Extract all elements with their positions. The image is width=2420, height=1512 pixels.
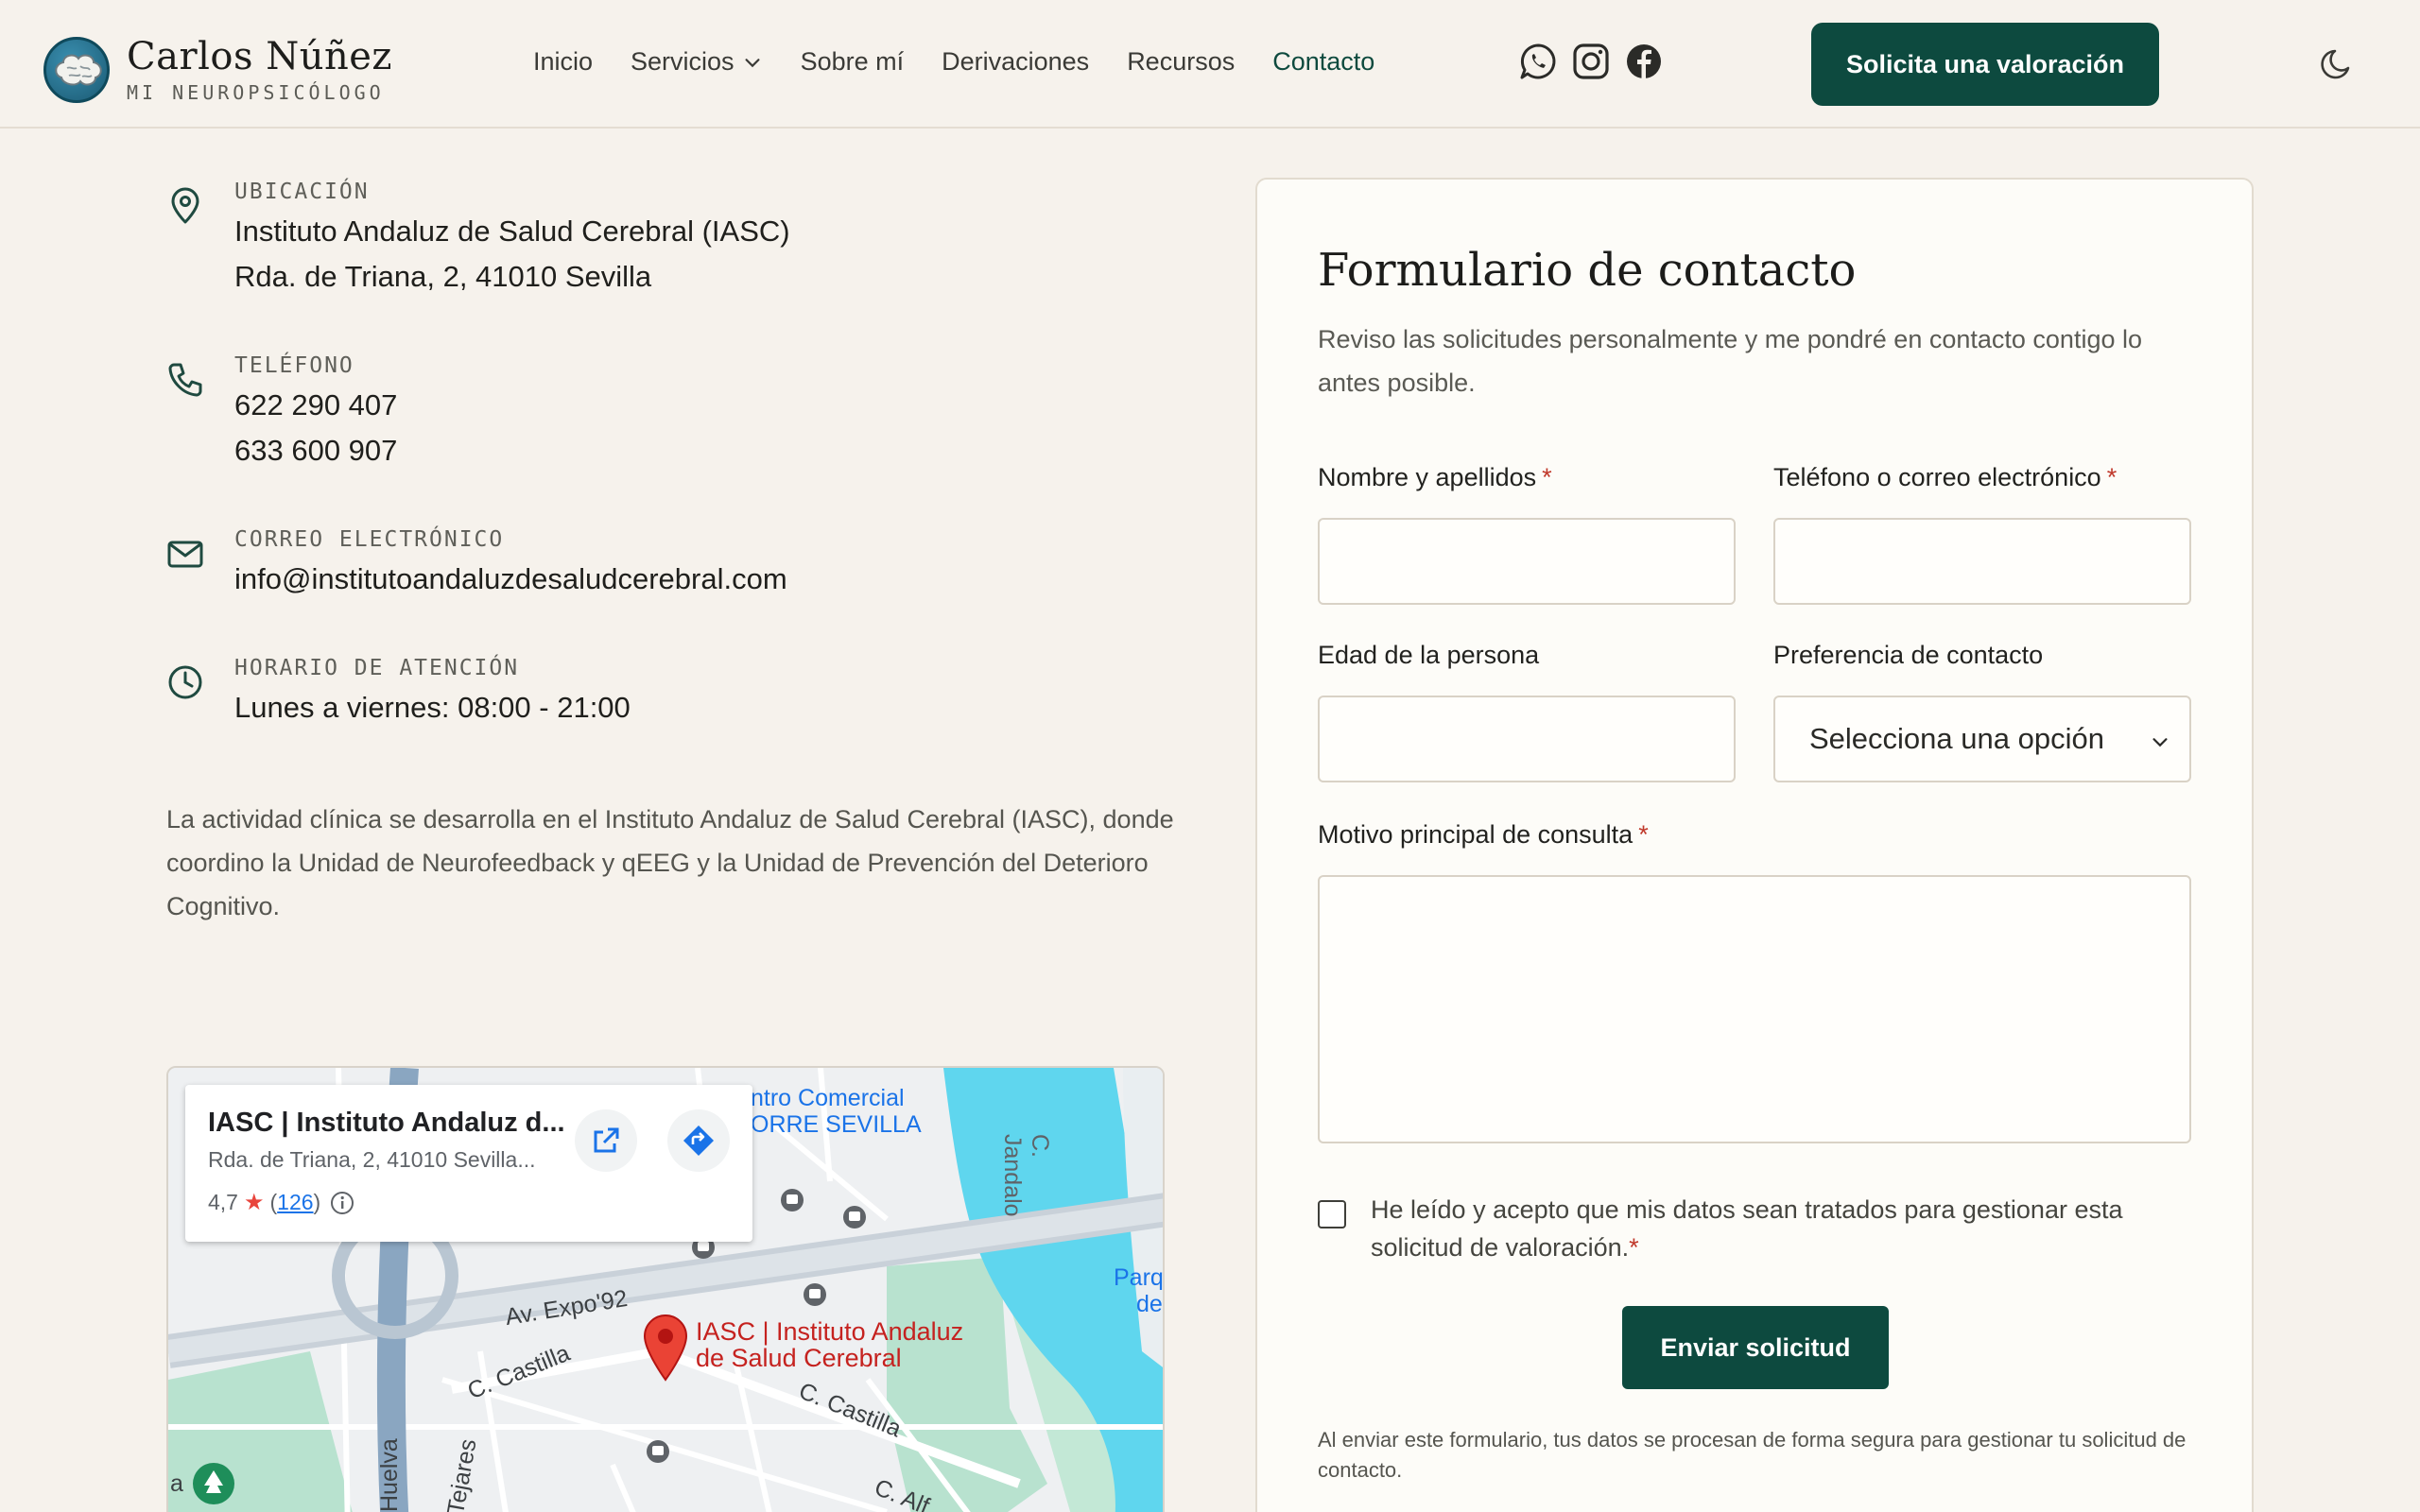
map-card-title[interactable]: IASC | Instituto Andaluz d... [208, 1108, 586, 1139]
brand-logo[interactable]: Carlos Núñez MI NEUROPSICÓLOGO [43, 36, 392, 104]
location-marker-icon[interactable] [641, 1312, 690, 1382]
age-input[interactable] [1318, 696, 1736, 782]
nav-derivaciones-label: Derivaciones [942, 47, 1090, 76]
location-name: Instituto Andaluz de Salud Cerebral (IAS… [234, 215, 790, 248]
intro-paragraph: La actividad clínica se desarrolla en el… [166, 805, 1174, 920]
reason-label-text: Motivo principal de consulta [1318, 820, 1634, 849]
age-label: Edad de la persona [1318, 641, 1540, 669]
map-place-card: IASC | Instituto Andaluz d... Rda. de Tr… [185, 1085, 752, 1242]
chevron-down-icon [745, 58, 760, 67]
social-links [1518, 42, 1677, 81]
location-address: Rda. de Triana, 2, 41010 Sevilla [234, 260, 652, 293]
poi-label-1: ntro Comercial [751, 1085, 905, 1111]
brain-logo-icon [43, 37, 110, 103]
nav-recursos-label: Recursos [1127, 47, 1236, 76]
nav-derivaciones[interactable]: Derivaciones [942, 47, 1089, 77]
moon-icon[interactable] [2320, 43, 2358, 81]
nav-contacto[interactable]: Contacto [1272, 47, 1374, 77]
phone-or-email-input[interactable] [1773, 518, 2191, 605]
contact-label: Teléfono o correo electrónico * [1773, 463, 2117, 492]
place-label-1: IASC | Instituto Andaluz [696, 1317, 964, 1346]
street-huelva: Huelva [376, 1438, 403, 1512]
brand-subtitle: MI NEUROPSICÓLOGO [127, 81, 385, 104]
main-nav: Inicio Servicios Sobre mí Derivaciones R… [533, 47, 1412, 77]
whatsapp-icon[interactable] [1518, 42, 1558, 81]
map-pin-icon [171, 187, 199, 224]
map-card-address: Rda. de Triana, 2, 41010 Sevilla... [208, 1147, 536, 1172]
preference-label: Preferencia de contacto [1773, 641, 2044, 669]
embedded-map[interactable]: ntro Comercial ORRE SEVILLA Parq de C. J… [166, 1066, 1165, 1512]
map-card-rating: 4,7 ★ (126) [208, 1189, 354, 1216]
hours-label: HORARIO DE ATENCIÓN [234, 656, 520, 680]
location-label: UBICACIÓN [234, 180, 370, 204]
facebook-icon[interactable] [1624, 42, 1664, 81]
consent-checkbox[interactable] [1318, 1200, 1346, 1228]
required-mark: * [1638, 820, 1649, 849]
info-icon[interactable] [330, 1191, 354, 1215]
name-input[interactable] [1318, 518, 1736, 605]
select-value: Selecciona una opción [1809, 722, 2104, 755]
email-address[interactable]: info@institutoandaluzdesaludcerebral.com [234, 561, 787, 597]
required-mark: * [2106, 463, 2118, 491]
nav-inicio[interactable]: Inicio [533, 47, 593, 77]
required-mark: * [1629, 1233, 1639, 1262]
request-assessment-button[interactable]: Solicita una valoración [1811, 23, 2159, 106]
clock-icon [168, 665, 202, 699]
reason-textarea[interactable] [1318, 875, 2191, 1143]
required-mark: * [1542, 463, 1552, 491]
reviews-close: ) [313, 1190, 321, 1214]
consent-label: He leído y acepto que mis datos sean tra… [1371, 1191, 2221, 1266]
street-jandalo: C. Jandalo [999, 1134, 1053, 1217]
open-in-maps-button[interactable] [575, 1109, 637, 1172]
chevron-down-icon [2152, 738, 2168, 747]
contact-preference-select[interactable]: Selecciona una opción [1773, 696, 2191, 782]
reason-label: Motivo principal de consulta * [1318, 820, 1649, 850]
privacy-note: Al enviar este formulario, tus datos se … [1318, 1428, 2187, 1482]
reviews-link[interactable]: 126 [277, 1190, 313, 1215]
nav-servicios[interactable]: Servicios [631, 47, 763, 77]
poi-label-2: ORRE SEVILLA [751, 1111, 922, 1138]
phone-icon [168, 363, 202, 397]
place-label-2: de Salud Cerebral [696, 1344, 902, 1372]
contact-form: Formulario de contacto Reviso las solici… [1255, 178, 2254, 1512]
directions-icon [683, 1125, 714, 1156]
instagram-icon[interactable] [1571, 42, 1611, 81]
phone-number-1[interactable]: 622 290 407 [234, 387, 397, 423]
nav-inicio-label: Inicio [533, 47, 594, 76]
rating-value: 4,7 [208, 1190, 238, 1214]
park-label-1: Parq [1114, 1264, 1164, 1291]
directions-button[interactable] [667, 1109, 730, 1172]
site-header: Carlos Núñez MI NEUROPSICÓLOGO Inicio Se… [0, 0, 2420, 129]
nav-sobre-mi-label: Sobre mí [800, 47, 905, 76]
nav-sobre-mi[interactable]: Sobre mí [801, 47, 905, 77]
submit-button[interactable]: Enviar solicitud [1622, 1306, 1889, 1389]
external-link-icon [594, 1127, 619, 1153]
nav-servicios-label: Servicios [631, 47, 735, 76]
contact-label-text: Teléfono o correo electrónico [1773, 463, 2101, 491]
brand-name: Carlos Núñez [127, 35, 392, 78]
name-label: Nombre y apellidos * [1318, 463, 1552, 492]
phone-label: TELÉFONO [234, 353, 354, 378]
form-title: Formulario de contacto [1318, 244, 1857, 297]
mail-icon [167, 541, 203, 568]
nav-recursos[interactable]: Recursos [1127, 47, 1235, 77]
name-label-text: Nombre y apellidos [1318, 463, 1537, 491]
star-icon: ★ [243, 1190, 265, 1215]
form-description: Reviso las solicitudes personalmente y m… [1318, 325, 2142, 397]
nav-contacto-label: Contacto [1272, 47, 1375, 76]
edge-letter: a [170, 1470, 183, 1497]
email-label: CORREO ELECTRÓNICO [234, 527, 505, 552]
hours-value: Lunes a viernes: 08:00 - 21:00 [234, 691, 631, 724]
park-label-2: de [1136, 1291, 1163, 1317]
phone-number-2[interactable]: 633 600 907 [234, 433, 397, 469]
consent-text: He leído y acepto que mis datos sean tra… [1371, 1195, 2123, 1262]
reviews-open: ( [269, 1190, 278, 1214]
